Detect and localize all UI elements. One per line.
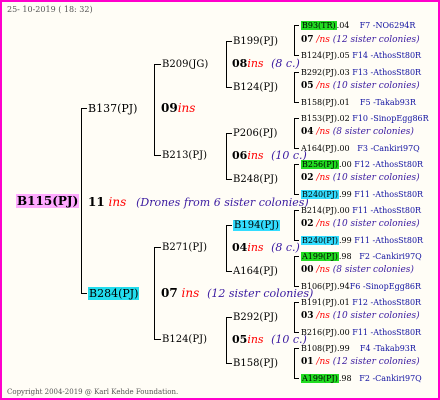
g3-node[interactable]: B194(PJ): [233, 220, 280, 231]
g4-row[interactable]: B158(PJ).01 F5 -Takab93R: [301, 97, 416, 108]
pp-stats: 08ins (8 c.): [232, 57, 300, 70]
mother-stats: 07 ins (12 sister colonies): [161, 286, 314, 300]
g3-stats: 00 /ns (8 sister colonies): [301, 265, 414, 275]
copyright-footer: Copyright 2004-2019 @ Karl Kehde Foundat…: [7, 388, 179, 396]
g4-row[interactable]: B216(PJ).00 F11 -AthosSt80R: [301, 327, 421, 338]
root-node[interactable]: B115(PJ): [16, 194, 80, 208]
g4-row[interactable]: B153(PJ).02 F10 -SinopEgg86R: [301, 113, 429, 124]
root-bracket-top: [81, 108, 87, 109]
pm-node[interactable]: B213(PJ): [162, 150, 207, 161]
m-bracket: [154, 247, 155, 340]
root-bracket: [81, 108, 82, 294]
g3-node[interactable]: B158(PJ): [233, 358, 278, 369]
mm-stats: 05ins (10 c.): [232, 333, 307, 346]
g3-stats: 01 /ns (12 sister colonies): [301, 357, 420, 367]
root-bracket-bottom: [81, 293, 87, 294]
mp-node[interactable]: B271(PJ): [162, 242, 207, 253]
mother-node[interactable]: B284(PJ): [88, 287, 140, 300]
mp-stats: 04ins (8 c.): [232, 241, 300, 254]
pp-node[interactable]: B209(JG): [162, 59, 208, 70]
g3-stats: 03 /ns (10 sister colonies): [301, 311, 420, 321]
g4-row[interactable]: A199(PJ).98 F2 -Cankiri97Q: [301, 373, 422, 384]
g3-node[interactable]: B199(PJ): [233, 36, 278, 47]
root-id: B115(PJ): [16, 194, 80, 208]
g4-row[interactable]: A164(PJ).00 F3 -Cankiri97Q: [301, 143, 420, 154]
g4-row[interactable]: B292(PJ).03 F13 -AthosSt80R: [301, 67, 421, 78]
pm-stats: 06ins (10 c.): [232, 149, 307, 162]
g4-row[interactable]: B240(PJ).99 F11 -AthosSt80R: [301, 189, 423, 200]
g4-row[interactable]: B108(PJ).99 F4 -Takab93R: [301, 343, 416, 354]
g3-node[interactable]: B124(PJ): [233, 82, 278, 93]
pedigree-frame: 25- 10-2019 ( 18: 32) B115(PJ) 11 ins (D…: [0, 0, 440, 400]
g3-node[interactable]: A164(PJ): [233, 266, 278, 277]
g4-row[interactable]: B214(PJ).00 F11 -AthosSt80R: [301, 205, 421, 216]
g3-node[interactable]: P206(PJ): [233, 128, 277, 139]
g4-row[interactable]: B256(PJ).00 F12 -AthosSt80R: [301, 159, 423, 170]
father-stats: 09ins: [161, 101, 196, 115]
header-date: 25- 10-2019 ( 18: 32): [7, 5, 93, 14]
g3-node[interactable]: B292(PJ): [233, 312, 278, 323]
g3-stats: 05 /ns (10 sister colonies): [301, 81, 420, 91]
p-bracket: [154, 64, 155, 156]
mm-node[interactable]: B124(PJ): [162, 334, 207, 345]
g4-row[interactable]: B124(PJ).05 F14 -AthosSt80R: [301, 50, 421, 61]
g4-row[interactable]: B93(TR).04 F7 -NO6294R: [301, 20, 415, 31]
g3-stats: 02 /ns (10 sister colonies): [301, 173, 420, 183]
g4-row[interactable]: A199(PJ).98 F2 -Cankiri97Q: [301, 251, 422, 262]
g4-row[interactable]: B191(PJ).01 F12 -AthosSt80R: [301, 297, 421, 308]
g4-row[interactable]: B240(PJ).99 F11 -AthosSt80R: [301, 235, 423, 246]
father-node[interactable]: B137(PJ): [88, 103, 137, 114]
g3-stats: 02 /ns (10 sister colonies): [301, 219, 420, 229]
root-stats: 11 ins (Drones from 6 sister colonies): [88, 195, 309, 209]
g3-stats: 04 /ns (8 sister colonies): [301, 127, 414, 137]
g3-node[interactable]: B248(PJ): [233, 174, 278, 185]
g3-stats: 07 /ns (12 sister colonies): [301, 35, 420, 45]
g4-row[interactable]: B106(PJ).94F6 -SinopEgg86R: [301, 281, 421, 292]
